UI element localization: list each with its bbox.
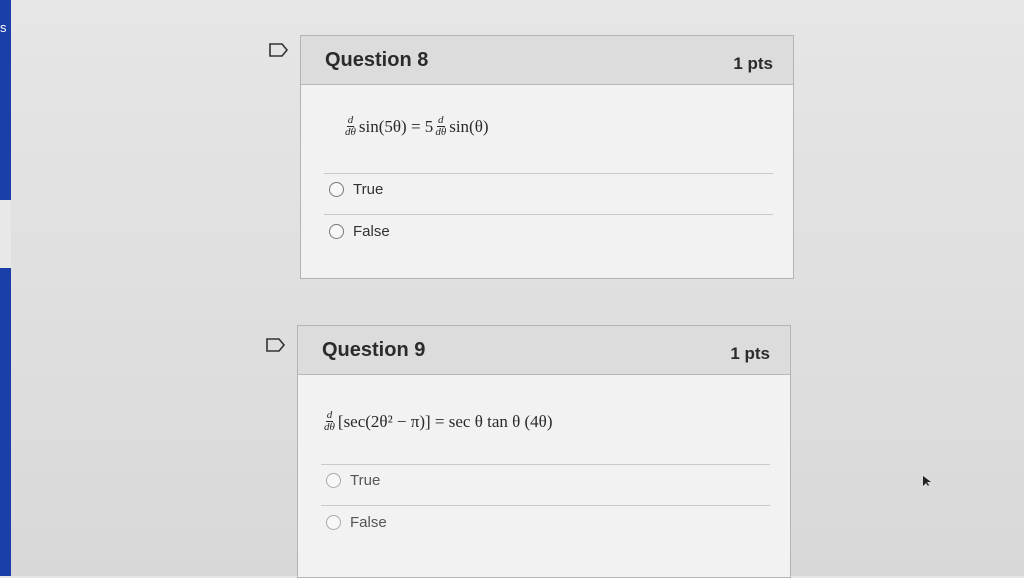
question-equation: d dθ [sec(2θ² − π)] = sec θ tan θ (4θ) — [324, 409, 553, 433]
answer-divider — [324, 214, 773, 215]
question-header: Question 8 1 pts — [301, 36, 793, 85]
derivative-fraction: d dθ — [324, 409, 335, 433]
derivative-fraction: d dθ — [435, 114, 447, 138]
answer-divider — [324, 173, 773, 174]
question-points: 1 pts — [730, 344, 770, 363]
radio-button[interactable] — [326, 515, 341, 530]
left-strip-gap — [0, 200, 11, 268]
answer-option-true[interactable]: True — [329, 181, 383, 198]
answer-option-true[interactable]: True — [326, 472, 380, 489]
flag-icon[interactable] — [266, 338, 286, 352]
answer-option-false[interactable]: False — [326, 514, 387, 531]
mouse-pointer-icon — [922, 474, 932, 486]
answer-divider — [321, 464, 770, 465]
question-card: Question 9 1 pts d dθ [sec(2θ² − π)] = s… — [297, 325, 791, 578]
question-equation: d dθ sin(5θ) = 5 d dθ sin(θ) — [345, 114, 489, 138]
radio-button[interactable] — [329, 182, 344, 197]
question-title: Question 8 — [325, 49, 429, 71]
question-title: Question 9 — [322, 339, 426, 361]
radio-button[interactable] — [329, 224, 344, 239]
derivative-fraction: d dθ — [345, 114, 356, 138]
flag-icon[interactable] — [269, 43, 289, 57]
radio-button[interactable] — [326, 473, 341, 488]
answer-divider — [321, 505, 770, 506]
question-points: 1 pts — [733, 54, 773, 73]
answer-option-false[interactable]: False — [329, 223, 390, 240]
question-header: Question 9 1 pts — [298, 326, 790, 375]
question-card: Question 8 1 pts d dθ sin(5θ) = 5 d dθ s… — [300, 35, 794, 279]
left-nav-strip: s — [0, 0, 11, 576]
side-letter: s — [0, 20, 7, 35]
